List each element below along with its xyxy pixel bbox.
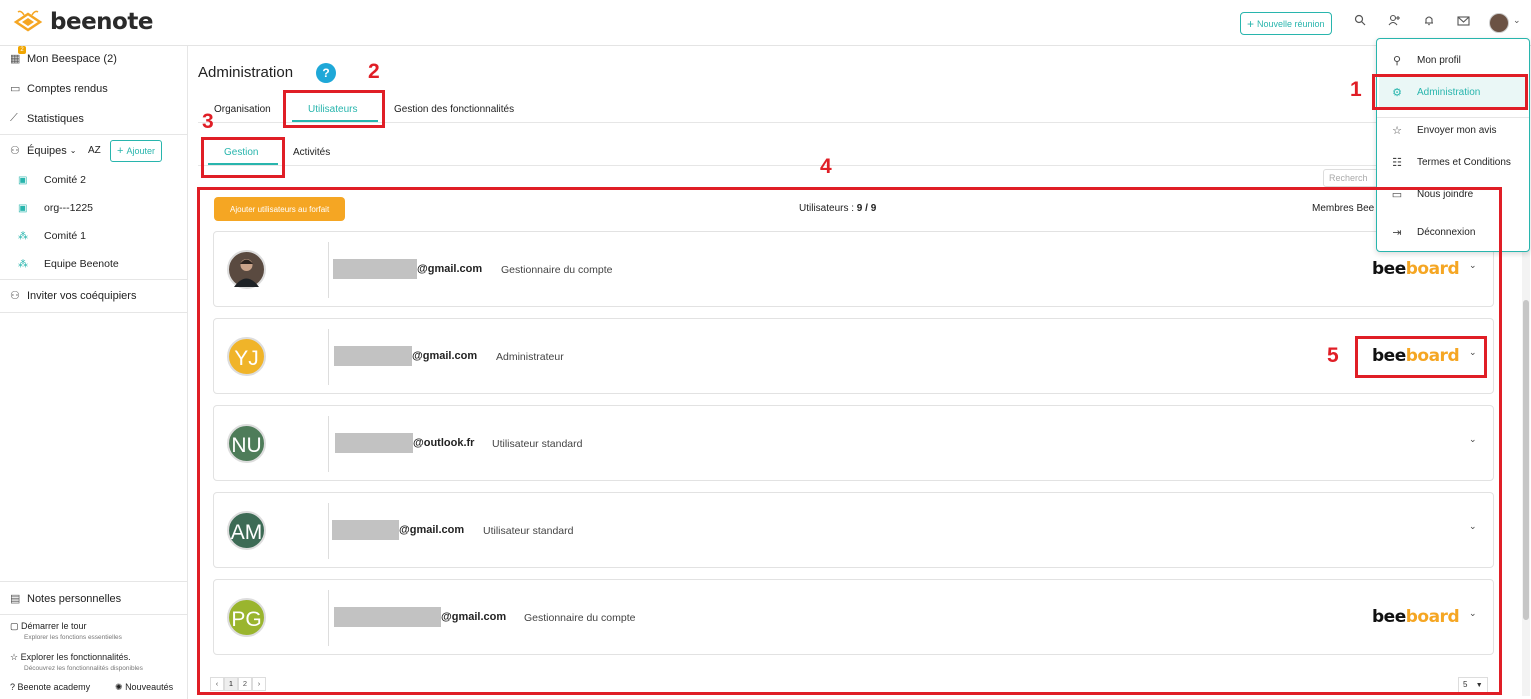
- network-icon: ⁂: [18, 258, 28, 270]
- annotation-number-2: 2: [368, 60, 380, 83]
- divider: [0, 279, 187, 280]
- logo-text: beenote: [50, 9, 153, 35]
- team-label: Comité 2: [44, 174, 87, 186]
- chart-icon: ⟋: [10, 112, 18, 124]
- new-meeting-label: Nouvelle réunion: [1257, 18, 1325, 29]
- new-meeting-button[interactable]: + Nouvelle réunion: [1240, 12, 1332, 35]
- team-label: org---1225: [44, 202, 94, 214]
- calendar-icon: ▢: [10, 621, 19, 631]
- team-item[interactable]: ▣ Comité 2: [18, 174, 86, 186]
- menu-item-feedback[interactable]: ☆ Envoyer mon avis: [1389, 124, 1496, 137]
- annotation-number-4: 4: [820, 155, 832, 178]
- sidebar-item-label: Comptes rendus: [27, 82, 108, 95]
- news-label: Nouveautés: [125, 682, 174, 692]
- sidebar: ▦ Mon Beespace (2) 2 ▭ Comptes rendus ⟋ …: [0, 46, 188, 699]
- star-icon: ☆: [1392, 125, 1402, 137]
- divider: [0, 614, 187, 615]
- academy-label: Beenote academy: [17, 682, 91, 692]
- add-user-icon: ⚇: [10, 290, 20, 302]
- page-title: Administration: [198, 64, 294, 81]
- academy-link[interactable]: ? Beenote academy: [10, 682, 90, 692]
- add-user-icon[interactable]: [1386, 14, 1402, 30]
- scrollbar-thumb[interactable]: [1523, 300, 1529, 620]
- bee-logo-icon: [13, 10, 43, 32]
- annotation-box-5: [1355, 336, 1487, 378]
- team-item[interactable]: ⁂ Equipe Beenote: [18, 258, 119, 270]
- start-tour-link[interactable]: ▢ Démarrer le tour Explorer les fonction…: [10, 621, 122, 641]
- tab-gestion-fonctionnalites[interactable]: Gestion des fonctionnalités: [394, 104, 514, 115]
- checklist-icon: ☷: [1392, 157, 1402, 169]
- sidebar-item-label: Notes personnelles: [27, 592, 122, 605]
- annotation-box-3: [201, 137, 285, 178]
- sidebar-item-invite[interactable]: ⚇ Inviter vos coéquipiers: [10, 289, 137, 303]
- team-label: Equipe Beenote: [44, 258, 119, 270]
- sidebar-item-label: Mon Beespace (2): [27, 52, 117, 65]
- annotation-number-1: 1: [1350, 78, 1362, 101]
- divider: [0, 134, 187, 135]
- chevron-down-icon: ⌄: [69, 146, 77, 155]
- user-avatar[interactable]: [1489, 13, 1509, 33]
- divider: [0, 581, 187, 582]
- menu-item-profile[interactable]: ⚲ Mon profil: [1389, 54, 1461, 67]
- team-label: Comité 1: [44, 230, 87, 242]
- sort-label: AZ: [88, 145, 101, 156]
- top-bar: beenote + Nouvelle réunion ⌄: [0, 0, 1531, 46]
- team-icon: ⚇: [10, 145, 20, 157]
- tour-sub: Explorer les fonctions essentielles: [24, 634, 122, 641]
- sidebar-item-statistiques[interactable]: ⟋ Statistiques: [10, 112, 84, 125]
- annotation-box-1: [1372, 74, 1528, 110]
- chevron-down-icon[interactable]: ⌄: [1513, 15, 1521, 26]
- menu-item-terms[interactable]: ☷ Termes et Conditions: [1389, 156, 1511, 169]
- sidebar-item-label: Statistiques: [27, 112, 84, 125]
- sidebar-item-label: Équipes: [27, 144, 67, 157]
- logo[interactable]: beenote: [12, 9, 153, 35]
- tab-organisation[interactable]: Organisation: [214, 104, 271, 115]
- briefcase-icon: ▣: [18, 202, 28, 214]
- annotation-box-2: [283, 90, 385, 128]
- sidebar-item-equipes[interactable]: ⚇ Équipes ⌄: [10, 144, 77, 158]
- divider: [198, 122, 1528, 123]
- mail-icon[interactable]: [1455, 14, 1471, 30]
- menu-item-label: Mon profil: [1417, 55, 1461, 66]
- help-circle-icon: ?: [10, 682, 16, 692]
- divider: [1377, 117, 1529, 118]
- plus-icon: +: [117, 145, 124, 157]
- team-item[interactable]: ⁂ Comité 1: [18, 230, 86, 242]
- tour-label: Démarrer le tour: [21, 621, 87, 631]
- star-icon: ☆: [10, 652, 19, 662]
- help-icon[interactable]: ?: [316, 63, 336, 83]
- add-team-label: Ajouter: [126, 146, 155, 156]
- notes-icon: ▤: [10, 593, 21, 605]
- annotation-box-4: [197, 187, 1502, 695]
- annotation-number-3: 3: [202, 110, 214, 133]
- explore-features-link[interactable]: ☆ Explorer les fonctionnalités. Découvre…: [10, 652, 143, 672]
- sidebar-item-notes[interactable]: ▤ Notes personnelles: [10, 592, 122, 606]
- explore-label: Explorer les fonctionnalités.: [20, 652, 131, 662]
- lightbulb-icon: ✺: [115, 682, 123, 692]
- divider: [0, 312, 187, 313]
- divider: [198, 165, 1528, 166]
- sort-az-button[interactable]: AZ: [88, 145, 101, 156]
- sidebar-item-label: Inviter vos coéquipiers: [27, 289, 137, 302]
- sidebar-item-comptes-rendus[interactable]: ▭ Comptes rendus: [10, 82, 108, 96]
- annotation-number-5: 5: [1327, 344, 1339, 367]
- network-icon: ⁂: [18, 230, 28, 242]
- document-icon: ▭: [10, 83, 21, 95]
- team-item[interactable]: ▣ org---1225: [18, 202, 93, 214]
- explore-sub: Découvrez les fonctionnalités disponible…: [24, 665, 143, 672]
- briefcase-icon: ▣: [18, 174, 28, 186]
- user-icon: ⚲: [1392, 55, 1402, 67]
- bell-icon[interactable]: [1421, 14, 1437, 30]
- search-icon[interactable]: [1352, 14, 1368, 30]
- plus-icon: +: [1247, 16, 1255, 31]
- menu-item-label: Termes et Conditions: [1417, 157, 1511, 168]
- menu-item-label: Envoyer mon avis: [1417, 125, 1497, 136]
- subtab-activites[interactable]: Activités: [293, 147, 330, 158]
- news-link[interactable]: ✺ Nouveautés: [115, 682, 173, 693]
- sidebar-item-beespace[interactable]: ▦ Mon Beespace (2): [10, 52, 117, 66]
- add-team-button[interactable]: + Ajouter: [110, 140, 162, 162]
- notification-badge: 2: [18, 46, 26, 54]
